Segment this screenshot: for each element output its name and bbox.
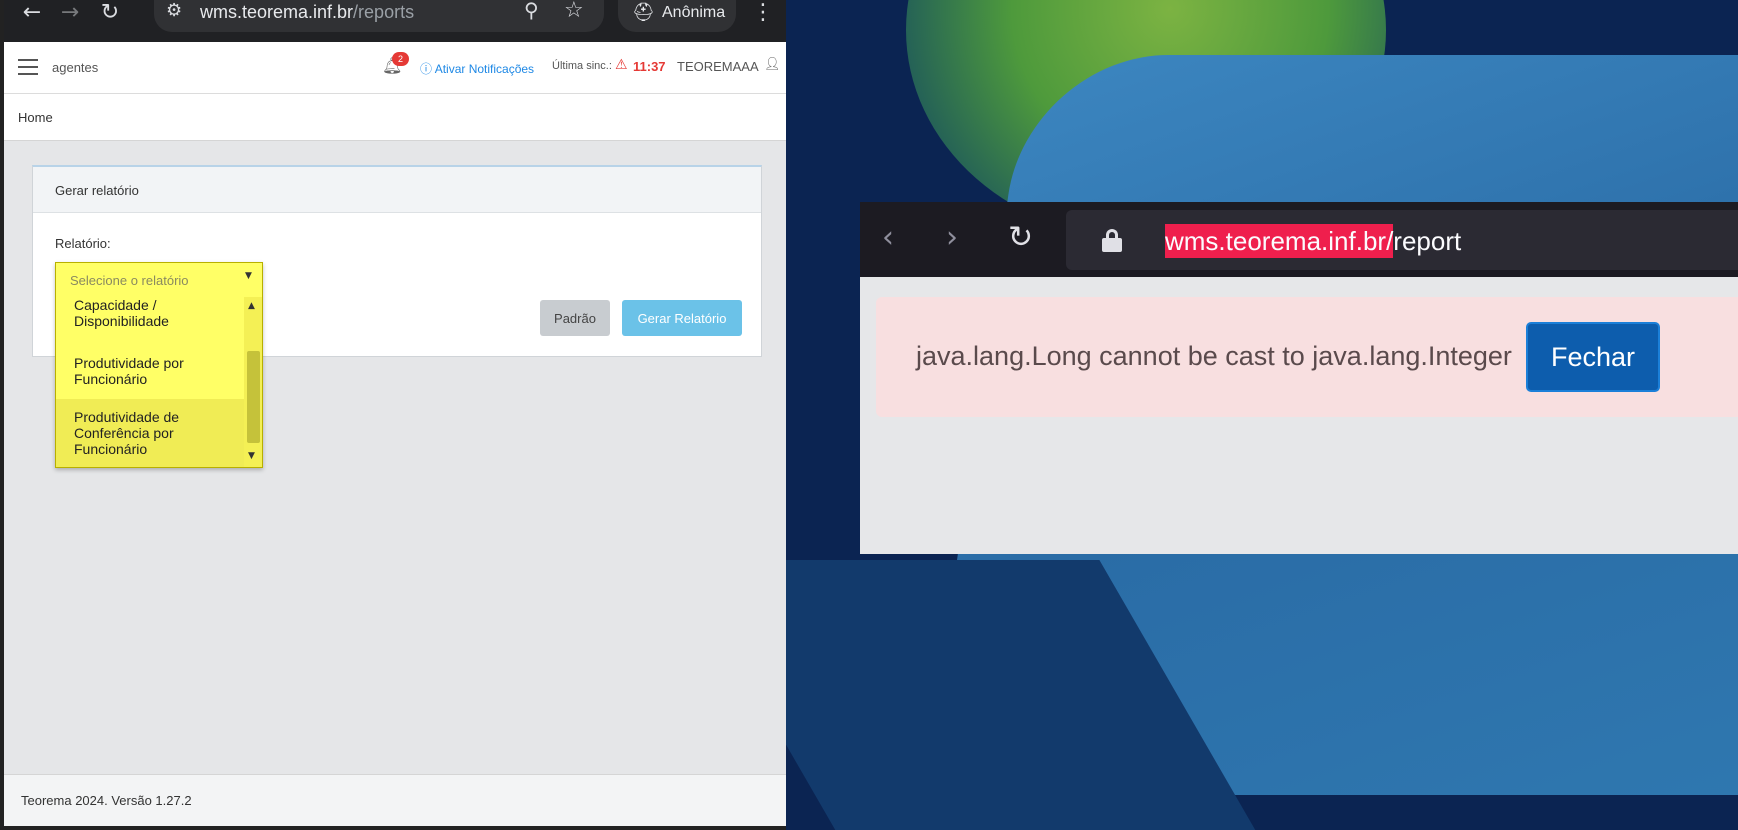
hamburger-icon[interactable] xyxy=(18,59,38,75)
incognito-label: Anônima xyxy=(662,4,726,21)
sync-label: Última sinc.: xyxy=(552,60,612,72)
generate-report-button[interactable]: Gerar Relatório xyxy=(622,300,742,336)
forward-icon[interactable]: → xyxy=(56,0,84,25)
firefox-toolbar: ‹ › ↻ wms.teorema.inf.br/report xyxy=(860,202,1738,277)
right-screenshot-panel: ‹ › ↻ wms.teorema.inf.br/report java.lan… xyxy=(786,0,1738,830)
report-select-dropdown[interactable]: Selecione o relatório ▼ Capacidade / Dis… xyxy=(55,262,263,468)
notification-badge: 2 xyxy=(392,52,409,66)
breadcrumb-bar: Home xyxy=(4,94,786,141)
app-header: agentes 🔔︎ 2 ⓘ Ativar Notificações Últim… xyxy=(4,42,786,94)
user-name[interactable]: TEOREMAAA xyxy=(677,59,759,74)
scroll-up-icon[interactable]: ▲ xyxy=(248,301,255,311)
option-productivity-employee[interactable]: Produtividade por Funcionário xyxy=(56,343,244,397)
reload-icon[interactable]: ↻ xyxy=(96,0,124,25)
default-button[interactable]: Padrão xyxy=(540,300,610,336)
page-footer: Teorema 2024. Versão 1.27.2 xyxy=(4,774,786,826)
incognito-icon: ⛑ xyxy=(632,2,655,23)
back-icon[interactable]: ← xyxy=(18,0,46,25)
address-url[interactable]: wms.teorema.inf.br/reports xyxy=(200,2,414,23)
url-highlight: wms.teorema.inf.br/ xyxy=(1165,224,1394,258)
back-icon[interactable]: ‹ xyxy=(882,220,894,255)
left-screenshot-panel: ← → ↻ ⚙ wms.teorema.inf.br/reports ⚲ ☆ ⛑… xyxy=(0,0,786,830)
select-placeholder: Selecione o relatório xyxy=(70,273,189,288)
forward-icon[interactable]: › xyxy=(946,220,958,255)
error-browser-window: ‹ › ↻ wms.teorema.inf.br/report java.lan… xyxy=(860,202,1738,554)
card-title: Gerar relatório xyxy=(55,183,139,198)
sync-time: 11:37 xyxy=(633,59,666,74)
error-message: java.lang.Long cannot be cast to java.la… xyxy=(916,341,1512,371)
browser-toolbar: ← → ↻ ⚙ wms.teorema.inf.br/reports ⚲ ☆ ⛑… xyxy=(4,0,786,42)
breadcrumb-home[interactable]: Home xyxy=(18,110,53,125)
footer-version: Teorema 2024. Versão 1.27.2 xyxy=(21,793,192,808)
scrollbar-thumb[interactable] xyxy=(247,351,260,443)
address-url[interactable]: wms.teorema.inf.br/report xyxy=(1165,224,1461,258)
card-header: Gerar relatório xyxy=(33,167,761,213)
menu-icon[interactable]: ⋮ xyxy=(752,0,774,25)
option-capacity[interactable]: Capacidade / Disponibilidade xyxy=(56,297,244,335)
option-conference-productivity[interactable]: Produtividade de Conferência por Funcion… xyxy=(56,399,244,467)
warning-icon: ⚠ xyxy=(615,57,628,73)
address-bar[interactable]: wms.teorema.inf.br/report xyxy=(1066,210,1738,270)
site-settings-icon[interactable]: ⚙ xyxy=(166,0,182,21)
zoom-icon[interactable]: ⚲ xyxy=(524,0,539,22)
report-field-label: Relatório: xyxy=(55,236,111,251)
star-icon[interactable]: ☆ xyxy=(564,0,584,23)
user-icon[interactable]: 👤︎ xyxy=(764,57,781,72)
caret-down-icon[interactable]: ▼ xyxy=(245,271,252,281)
lock-icon[interactable] xyxy=(1102,229,1122,252)
scroll-down-icon[interactable]: ▼ xyxy=(248,451,255,461)
enable-notifications-link[interactable]: ⓘ Ativar Notificações xyxy=(420,60,534,77)
incognito-chip[interactable]: ⛑ Anônima xyxy=(618,0,736,32)
info-icon: ⓘ xyxy=(420,62,433,76)
address-bar[interactable]: ⚙ wms.teorema.inf.br/reports ⚲ ☆ xyxy=(154,0,604,32)
reload-icon[interactable]: ↻ xyxy=(1008,220,1033,255)
app-name: agentes xyxy=(52,60,99,75)
close-button[interactable]: Fechar xyxy=(1526,322,1660,392)
error-alert: java.lang.Long cannot be cast to java.la… xyxy=(876,297,1738,417)
